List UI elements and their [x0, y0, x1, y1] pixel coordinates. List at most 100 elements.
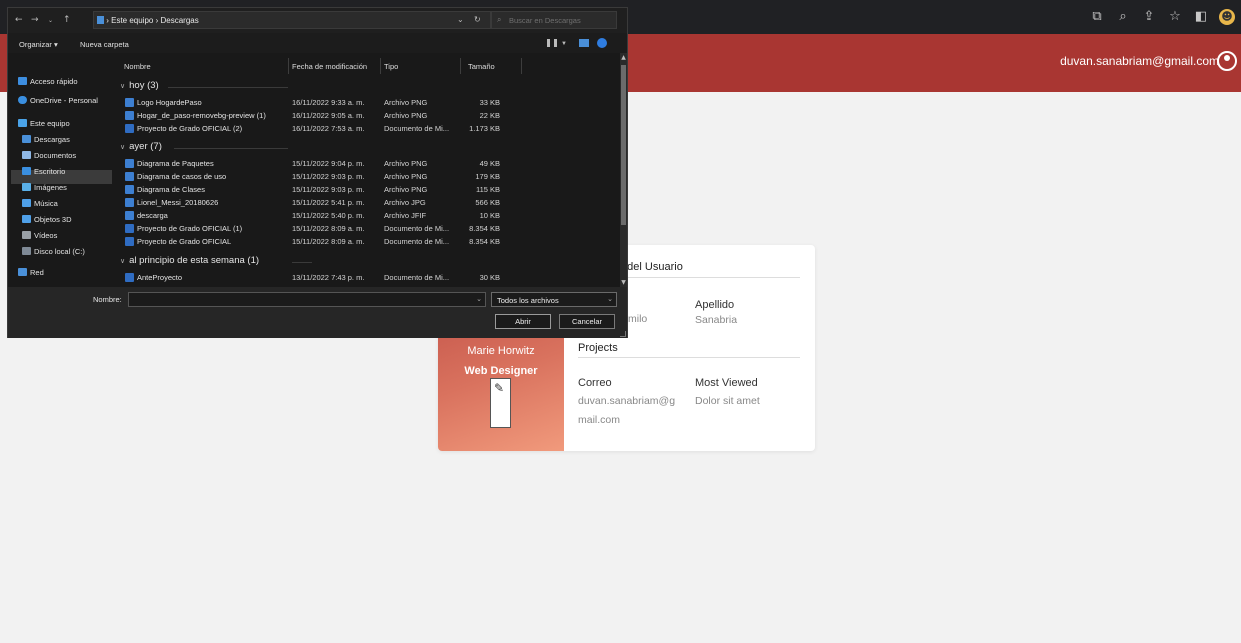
nav-item-videos[interactable]: Vídeos — [22, 229, 57, 242]
filename-field[interactable]: ⌄ — [128, 292, 486, 307]
image-file-icon — [125, 111, 134, 120]
dialog-toolbar: Organizar ▾ Nueva carpeta ▼ — [8, 33, 627, 53]
edit-profile-button[interactable]: ✎ — [490, 378, 511, 428]
word-document-icon — [125, 273, 134, 282]
group-divider — [292, 262, 312, 263]
file-row[interactable]: Proyecto de Grado OFICIAL (2) 16/11/2022 … — [124, 123, 524, 135]
music-icon — [22, 199, 31, 207]
download-folder-icon — [97, 16, 104, 24]
desktop-icon — [22, 167, 31, 175]
download-icon — [22, 135, 31, 143]
up-arrow-icon[interactable]: ↑ — [63, 15, 71, 25]
network-icon — [18, 268, 27, 276]
breadcrumb[interactable]: › Este equipo › Descargas — [106, 16, 199, 25]
user-avatar-icon[interactable] — [1217, 51, 1237, 71]
file-list: Nombre Fecha de modificación Tipo Tamaño… — [116, 53, 620, 287]
file-row[interactable]: Lionel_Messi_20180626 15/11/2022 5:41 p. … — [124, 197, 524, 209]
file-open-dialog: ← → ⌄ ↑ › Este equipo › Descargas ⌄ ↻ ⌕ … — [7, 7, 628, 338]
scroll-down-icon[interactable]: ▼ — [620, 279, 627, 286]
preview-pane-icon[interactable] — [579, 39, 589, 47]
column-separator[interactable] — [460, 58, 461, 74]
column-separator[interactable] — [288, 58, 289, 74]
new-folder-button[interactable]: Nueva carpeta — [80, 40, 129, 49]
cloud-icon — [18, 96, 27, 104]
nav-item-onedrive[interactable]: OneDrive - Personal — [18, 94, 98, 107]
share-icon[interactable]: ⇪ — [1141, 9, 1157, 25]
nav-item-local-disk[interactable]: Disco local (C:) — [22, 245, 85, 258]
file-row[interactable]: Proyecto de Grado OFICIAL 15/11/2022 8:09… — [124, 236, 524, 248]
profile-name: Marie Horwitz — [467, 345, 535, 357]
resize-grip-icon[interactable] — [620, 331, 626, 337]
word-document-icon — [125, 124, 134, 133]
apellido-value: Sanabria — [695, 314, 738, 326]
column-header-type[interactable]: Tipo — [384, 62, 398, 71]
edit-icon: ✎ — [494, 381, 505, 395]
file-row[interactable]: Diagrama de casos de uso 15/11/2022 9:03 … — [124, 171, 524, 183]
file-row[interactable]: descarga 15/11/2022 5:40 p. m. Archivo JFI… — [124, 210, 524, 222]
file-type-filter-value: Todos los archivos — [497, 296, 559, 305]
nav-item-documents[interactable]: Documentos — [22, 149, 76, 162]
computer-icon — [18, 119, 27, 127]
apellido-label: Apellido — [695, 299, 735, 311]
sidebar-icon[interactable]: ◧ — [1193, 9, 1209, 25]
address-bar: ← → ⌄ ↑ › Este equipo › Descargas ⌄ ↻ ⌕ — [8, 8, 627, 33]
filename-label: Nombre: — [93, 295, 122, 304]
group-header-earlier-this-week[interactable]: ∨ al principio de esta semana (1) — [120, 255, 259, 266]
file-row[interactable]: Hogar_de_paso-removebg-preview (1) 16/11/… — [124, 110, 524, 122]
column-header-size[interactable]: Tamaño — [468, 62, 495, 71]
path-history-icon[interactable]: ⌄ — [457, 15, 464, 24]
nav-item-network[interactable]: Red — [18, 266, 44, 279]
image-file-icon — [125, 185, 134, 194]
group-header-yesterday[interactable]: ∨ ayer (7) — [120, 141, 162, 152]
file-list-scrollbar[interactable]: ▲ ▼ — [620, 53, 627, 287]
nav-item-downloads[interactable]: Descargas — [22, 133, 70, 146]
zoom-icon[interactable]: ⌕ — [1115, 9, 1131, 25]
image-file-icon — [125, 159, 134, 168]
file-type-filter[interactable]: Todos los archivos ⌄ — [491, 292, 617, 307]
nav-item-desktop[interactable]: Escritorio — [22, 165, 65, 178]
file-row[interactable]: Diagrama de Paquetes 15/11/2022 9:04 p. m… — [124, 158, 524, 170]
forward-arrow-icon[interactable]: → — [31, 15, 39, 25]
divider — [578, 357, 800, 358]
nav-item-3d-objects[interactable]: Objetos 3D — [22, 213, 72, 226]
column-separator[interactable] — [521, 58, 522, 74]
nav-item-quick-access[interactable]: Acceso rápido — [18, 75, 78, 88]
video-icon — [22, 231, 31, 239]
user-email[interactable]: duvan.sanabriam@gmail.com — [1060, 54, 1219, 68]
organize-button[interactable]: Organizar ▾ — [19, 40, 58, 49]
column-header-date[interactable]: Fecha de modificación — [292, 62, 367, 71]
chevron-down-icon[interactable]: ▼ — [561, 41, 571, 49]
scroll-thumb[interactable] — [621, 65, 626, 225]
extension-icon[interactable]: ☻ — [1219, 9, 1235, 25]
correo-label: Correo — [578, 377, 612, 389]
path-box[interactable]: › Este equipo › Descargas — [93, 11, 491, 29]
refresh-icon[interactable]: ↻ — [474, 15, 481, 24]
search-input[interactable] — [509, 14, 614, 26]
column-header-name[interactable]: Nombre — [124, 62, 151, 71]
file-row[interactable]: Proyecto de Grado OFICIAL (1) 15/11/2022 … — [124, 223, 524, 235]
scroll-up-icon[interactable]: ▲ — [620, 54, 627, 61]
back-arrow-icon[interactable]: ← — [15, 15, 23, 25]
view-options-icon[interactable] — [547, 39, 557, 47]
open-button[interactable]: Abrir — [495, 314, 551, 329]
projects-title: Projects — [578, 342, 618, 354]
chevron-down-icon[interactable]: ⌄ — [476, 295, 482, 303]
file-row[interactable]: Logo HogardePaso 16/11/2022 9:33 a. m. Arc… — [124, 97, 524, 109]
word-document-icon — [125, 224, 134, 233]
file-row[interactable]: Diagrama de Clases 15/11/2022 9:03 p. m. A… — [124, 184, 524, 196]
column-separator[interactable] — [380, 58, 381, 74]
file-row[interactable]: AnteProyecto 13/11/2022 7:43 p. m. Documen… — [124, 272, 524, 284]
cancel-button[interactable]: Cancelar — [559, 314, 615, 329]
help-icon[interactable] — [597, 38, 607, 48]
group-header-today[interactable]: ∨ hoy (3) — [120, 80, 159, 91]
nav-item-music[interactable]: Música — [22, 197, 58, 210]
recent-locations-icon[interactable]: ⌄ — [48, 17, 53, 24]
nav-item-pictures[interactable]: Imágenes — [22, 181, 67, 194]
group-divider — [168, 87, 288, 88]
translate-icon[interactable]: ⧉ — [1089, 9, 1105, 25]
nav-item-this-pc[interactable]: Este equipo — [18, 117, 70, 130]
search-box[interactable]: ⌕ — [491, 11, 617, 29]
star-icon[interactable]: ☆ — [1167, 9, 1183, 25]
dialog-footer: Nombre: ⌄ Todos los archivos ⌄ Abrir Can… — [8, 287, 627, 338]
filename-input[interactable] — [131, 294, 471, 305]
